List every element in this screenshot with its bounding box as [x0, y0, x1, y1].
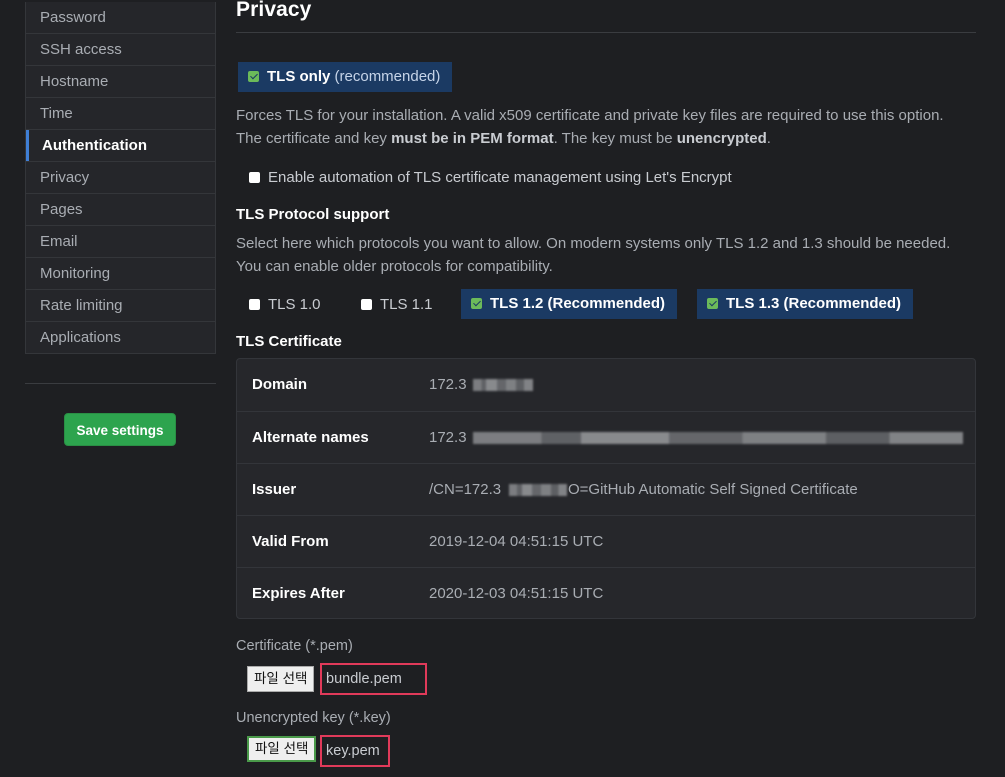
table-row: Issuer /CN=172.3 O=GitHub Automatic Self…	[237, 463, 975, 516]
cert-value-issuer-prefix: /CN=172.3	[429, 481, 502, 498]
tls-1-1-option[interactable]: TLS 1.1	[361, 296, 433, 313]
sidebar-item-monitoring[interactable]: Monitoring	[26, 257, 215, 289]
save-settings-button[interactable]: Save settings	[64, 413, 176, 446]
sidebar-item-authentication[interactable]: Authentication	[26, 129, 215, 161]
letsencrypt-label: Enable automation of TLS certificate man…	[268, 169, 732, 186]
tls-description-text-3: .	[766, 130, 771, 147]
sidebar: Password SSH access Hostname Time Authen…	[25, 2, 216, 354]
tls-only-label: TLS only	[267, 68, 331, 85]
cert-key-domain: Domain	[252, 376, 308, 393]
cert-value-domain: 172.3	[429, 376, 467, 393]
page-title: Privacy	[236, 0, 312, 21]
table-row: Alternate names 172.3	[237, 411, 975, 464]
redacted-domain	[473, 379, 533, 391]
key-file-choose-button[interactable]: 파일 선택	[247, 736, 317, 762]
sidebar-item-rate-limiting[interactable]: Rate limiting	[26, 289, 215, 321]
sidebar-nav: Password SSH access Hostname Time Authen…	[25, 2, 216, 354]
certificate-file-label: Certificate (*.pem)	[236, 638, 353, 654]
cert-value-valid-from: 2019-12-04 04:51:15 UTC	[429, 533, 604, 550]
tls-description-text-2: . The key must be	[553, 130, 677, 147]
certificate-file-name: bundle.pem	[320, 663, 427, 695]
protocol-description: Select here which protocols you want to …	[236, 235, 951, 275]
sidebar-item-time[interactable]: Time	[26, 97, 215, 129]
sidebar-item-password[interactable]: Password	[26, 2, 215, 33]
sidebar-item-privacy[interactable]: Privacy	[26, 161, 215, 193]
tls-description: Forces TLS for your installation. A vali…	[236, 104, 956, 150]
cert-key-alternate-names: Alternate names	[252, 429, 369, 446]
tls-1-3-label: TLS 1.3 (Recommended)	[726, 295, 902, 312]
cert-value-expires-after: 2020-12-03 04:51:15 UTC	[429, 585, 604, 602]
redacted-alternate-names	[473, 432, 963, 444]
letsencrypt-option[interactable]: Enable automation of TLS certificate man…	[249, 169, 732, 186]
certificate-file-choose-button[interactable]: 파일 선택	[247, 666, 315, 692]
tls-only-hint: (recommended)	[334, 68, 441, 85]
cert-key-expires-after: Expires After	[252, 585, 345, 602]
tls-only-checkbox[interactable]	[248, 71, 259, 82]
cert-key-issuer: Issuer	[252, 481, 297, 498]
tls-1-0-checkbox[interactable]	[249, 299, 260, 310]
table-row: Expires After 2020-12-03 04:51:15 UTC	[237, 567, 975, 620]
certificate-table: Domain 172.3 Alternate names 172.3 Issue…	[236, 358, 976, 619]
sidebar-item-email[interactable]: Email	[26, 225, 215, 257]
table-row: Valid From 2019-12-04 04:51:15 UTC	[237, 515, 975, 568]
tls-1-1-label: TLS 1.1	[380, 296, 433, 313]
sidebar-divider	[25, 383, 216, 384]
tls-1-1-checkbox[interactable]	[361, 299, 372, 310]
tls-description-pem: must be in PEM format	[391, 130, 554, 147]
cert-key-valid-from: Valid From	[252, 533, 329, 550]
table-row: Domain 172.3	[237, 359, 975, 411]
protocol-heading: TLS Protocol support	[236, 206, 390, 223]
tls-only-option[interactable]: TLS only (recommended)	[238, 62, 453, 92]
key-file-label: Unencrypted key (*.key)	[236, 710, 391, 726]
tls-1-0-label: TLS 1.0	[268, 296, 321, 313]
cert-value-alternate-names: 172.3	[429, 429, 467, 446]
sidebar-item-pages[interactable]: Pages	[26, 193, 215, 225]
tls-1-2-label: TLS 1.2 (Recommended)	[490, 295, 666, 312]
sidebar-item-ssh-access[interactable]: SSH access	[26, 33, 215, 65]
sidebar-item-applications[interactable]: Applications	[26, 321, 215, 353]
sidebar-item-hostname[interactable]: Hostname	[26, 65, 215, 97]
title-divider	[236, 32, 976, 33]
tls-description-unencrypted: unencrypted	[676, 130, 767, 147]
redacted-issuer	[509, 484, 567, 496]
tls-1-0-option[interactable]: TLS 1.0	[249, 296, 321, 313]
tls-1-3-checkbox[interactable]	[707, 298, 718, 309]
page: Password SSH access Hostname Time Authen…	[0, 0, 1005, 777]
letsencrypt-checkbox[interactable]	[249, 172, 260, 183]
tls-1-3-option[interactable]: TLS 1.3 (Recommended)	[697, 289, 914, 319]
certificate-heading: TLS Certificate	[236, 333, 342, 350]
tls-1-2-checkbox[interactable]	[471, 298, 482, 309]
cert-value-issuer-suffix: O=GitHub Automatic Self Signed Certifica…	[568, 481, 858, 498]
tls-1-2-option[interactable]: TLS 1.2 (Recommended)	[461, 289, 678, 319]
key-file-name: key.pem	[320, 735, 390, 767]
